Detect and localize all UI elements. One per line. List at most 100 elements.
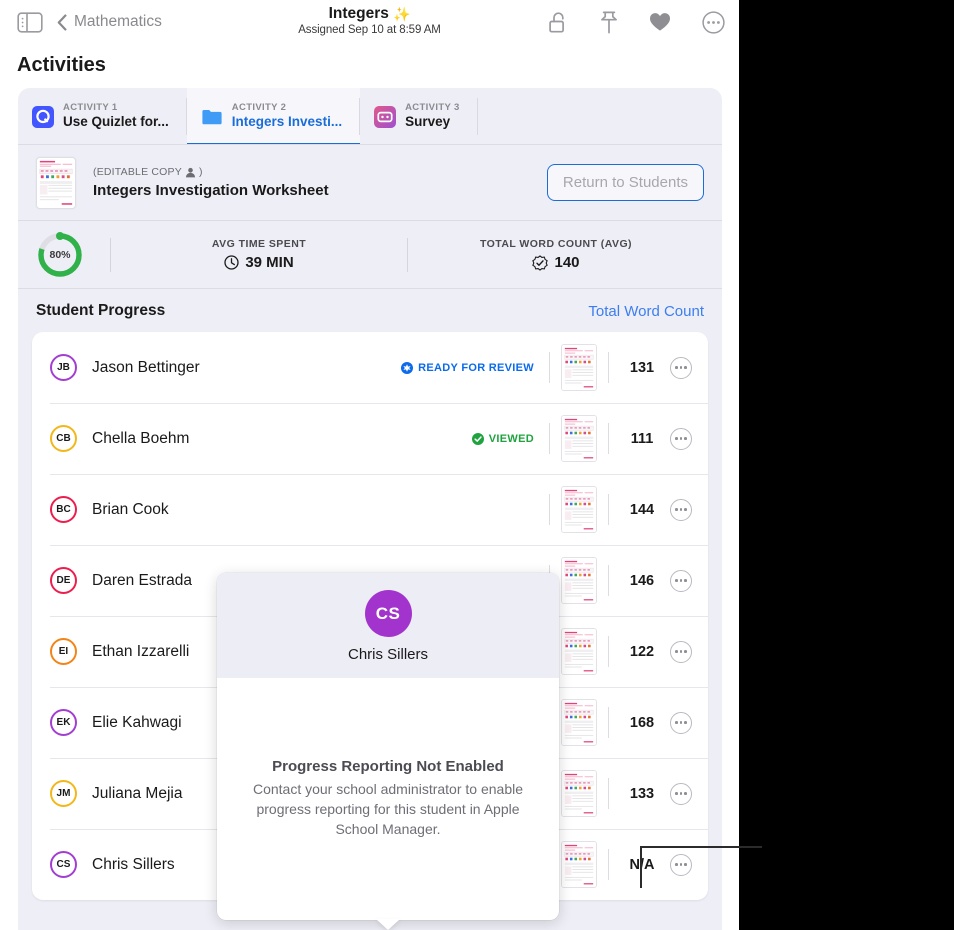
word-count-value: 168 [620, 715, 664, 731]
row-more-icon[interactable] [670, 854, 692, 876]
tab-3-name: Survey [405, 114, 460, 130]
activity-card: ACTIVITY 1 Use Quizlet for... ACTIVITY 2… [18, 88, 722, 930]
student-work-thumbnail[interactable] [561, 486, 597, 533]
tab-activity-2[interactable]: ACTIVITY 2 Integers Investi... [187, 88, 360, 145]
row-more-icon[interactable] [670, 570, 692, 592]
row-divider [608, 352, 609, 383]
student-work-thumbnail[interactable] [561, 557, 597, 604]
ellipsis-glyph [675, 863, 687, 866]
back-button[interactable]: Mathematics [57, 13, 162, 31]
heart-glyph [649, 12, 671, 32]
unlock-glyph [549, 11, 569, 33]
tab-activity-1[interactable]: ACTIVITY 1 Use Quizlet for... [18, 88, 187, 145]
avatar[interactable]: CS [50, 851, 77, 878]
row-more-icon[interactable] [670, 783, 692, 805]
row-more-icon[interactable] [670, 499, 692, 521]
tab-activity-3[interactable]: ACTIVITY 3 Survey [360, 88, 478, 145]
student-work-thumbnail[interactable] [561, 415, 597, 462]
student-name: Elie Kahwagi [92, 714, 182, 732]
avatar[interactable]: BC [50, 496, 77, 523]
page-title: Activities [0, 44, 739, 88]
ellipsis-glyph [675, 792, 687, 795]
table-row[interactable]: BC Brian Cook 144 [32, 474, 708, 545]
row-divider [608, 778, 609, 809]
popover-avatar: CS [365, 590, 412, 637]
quizlet-icon [32, 106, 54, 128]
avatar[interactable]: EK [50, 709, 77, 736]
pin-icon[interactable] [600, 11, 618, 34]
avatar[interactable]: EI [50, 638, 77, 665]
student-work-thumbnail[interactable] [561, 770, 597, 817]
heart-icon[interactable] [649, 12, 671, 32]
student-work-thumbnail[interactable] [561, 628, 597, 675]
row-divider [549, 352, 550, 383]
avatar[interactable]: JB [50, 354, 77, 381]
total-word-count-link[interactable]: Total Word Count [588, 303, 704, 320]
tab-1-name: Use Quizlet for... [63, 114, 169, 130]
ready-for-review-icon [401, 362, 413, 374]
sidebar-toggle-glyph [17, 12, 43, 33]
avatar[interactable]: JM [50, 780, 77, 807]
row-more-icon[interactable] [670, 357, 692, 379]
ellipsis-glyph [675, 721, 687, 724]
student-work-thumbnail[interactable] [561, 344, 597, 391]
sidebar-toggle-icon[interactable] [17, 12, 43, 33]
unlock-icon[interactable] [549, 11, 569, 33]
table-row[interactable]: CB Chella Boehm VIEWED 111 [32, 403, 708, 474]
document-kicker-end: ) [199, 166, 203, 178]
row-more-icon[interactable] [670, 712, 692, 734]
ellipsis-glyph [675, 579, 687, 582]
row-more-icon[interactable] [670, 641, 692, 663]
student-name: Brian Cook [92, 501, 169, 519]
student-work-thumbnail[interactable] [561, 699, 597, 746]
activity-tabs: ACTIVITY 1 Use Quizlet for... ACTIVITY 2… [18, 88, 722, 145]
document-kicker-text: (EDITABLE COPY [93, 166, 182, 178]
worksheet-thumbnail-art [37, 158, 75, 208]
person-icon [185, 167, 196, 178]
status-badge-label: READY FOR REVIEW [418, 362, 534, 374]
word-count-value: 122 [620, 644, 664, 660]
student-name: Ethan Izzarelli [92, 643, 189, 661]
tab-3-kicker: ACTIVITY 3 [405, 103, 460, 114]
viewed-icon [472, 433, 484, 445]
stat-total-word-count: TOTAL WORD COUNT (AVG) 140 [408, 238, 704, 271]
progress-ring: 80% [36, 231, 84, 279]
student-name: Jason Bettinger [92, 359, 200, 377]
popover-header: CS Chris Sillers [217, 573, 559, 678]
popover-student-name: Chris Sillers [348, 646, 428, 663]
student-work-thumbnail-art [562, 771, 596, 816]
row-divider [549, 494, 550, 525]
avatar-initials: BC [56, 504, 70, 515]
stat-1-label: AVG TIME SPENT [212, 238, 306, 250]
student-work-thumbnail-art [562, 345, 596, 390]
window-title: Integers [329, 5, 389, 23]
row-more-icon[interactable] [670, 428, 692, 450]
document-kicker: (EDITABLE COPY ) [93, 166, 329, 178]
student-work-thumbnail[interactable] [561, 841, 597, 888]
avatar-initials: JM [57, 788, 71, 799]
title-bar: Mathematics Integers ✨ Assigned Sep 10 a… [0, 0, 739, 44]
stat-2-label: TOTAL WORD COUNT (AVG) [480, 238, 632, 250]
avatar[interactable]: CB [50, 425, 77, 452]
window-subtitle: Assigned Sep 10 at 8:59 AM [298, 24, 441, 36]
row-divider [608, 494, 609, 525]
avatar-initials: CB [56, 433, 70, 444]
clock-icon [224, 255, 239, 270]
worksheet-thumbnail[interactable] [36, 157, 76, 209]
return-to-students-button[interactable]: Return to Students [547, 164, 704, 201]
tab-1-kicker: ACTIVITY 1 [63, 103, 169, 114]
more-icon[interactable] [702, 11, 725, 34]
student-work-thumbnail-art [562, 629, 596, 674]
avatar[interactable]: DE [50, 567, 77, 594]
popover-arrow [376, 919, 400, 930]
stats-bar: 80% AVG TIME SPENT 39 MIN TOTAL WORD COU… [18, 221, 722, 289]
avatar-initials: CS [57, 859, 71, 870]
document-row: (EDITABLE COPY ) Integers Investigation … [18, 145, 722, 221]
ellipsis-glyph [675, 650, 687, 653]
title-bar-actions [549, 0, 725, 44]
table-row[interactable]: JB Jason Bettinger READY FOR REVIEW 131 [32, 332, 708, 403]
checkmark-seal-icon [532, 255, 548, 271]
back-button-label: Mathematics [74, 13, 162, 31]
ellipsis-glyph [675, 508, 687, 511]
tab-2-kicker: ACTIVITY 2 [232, 103, 342, 114]
